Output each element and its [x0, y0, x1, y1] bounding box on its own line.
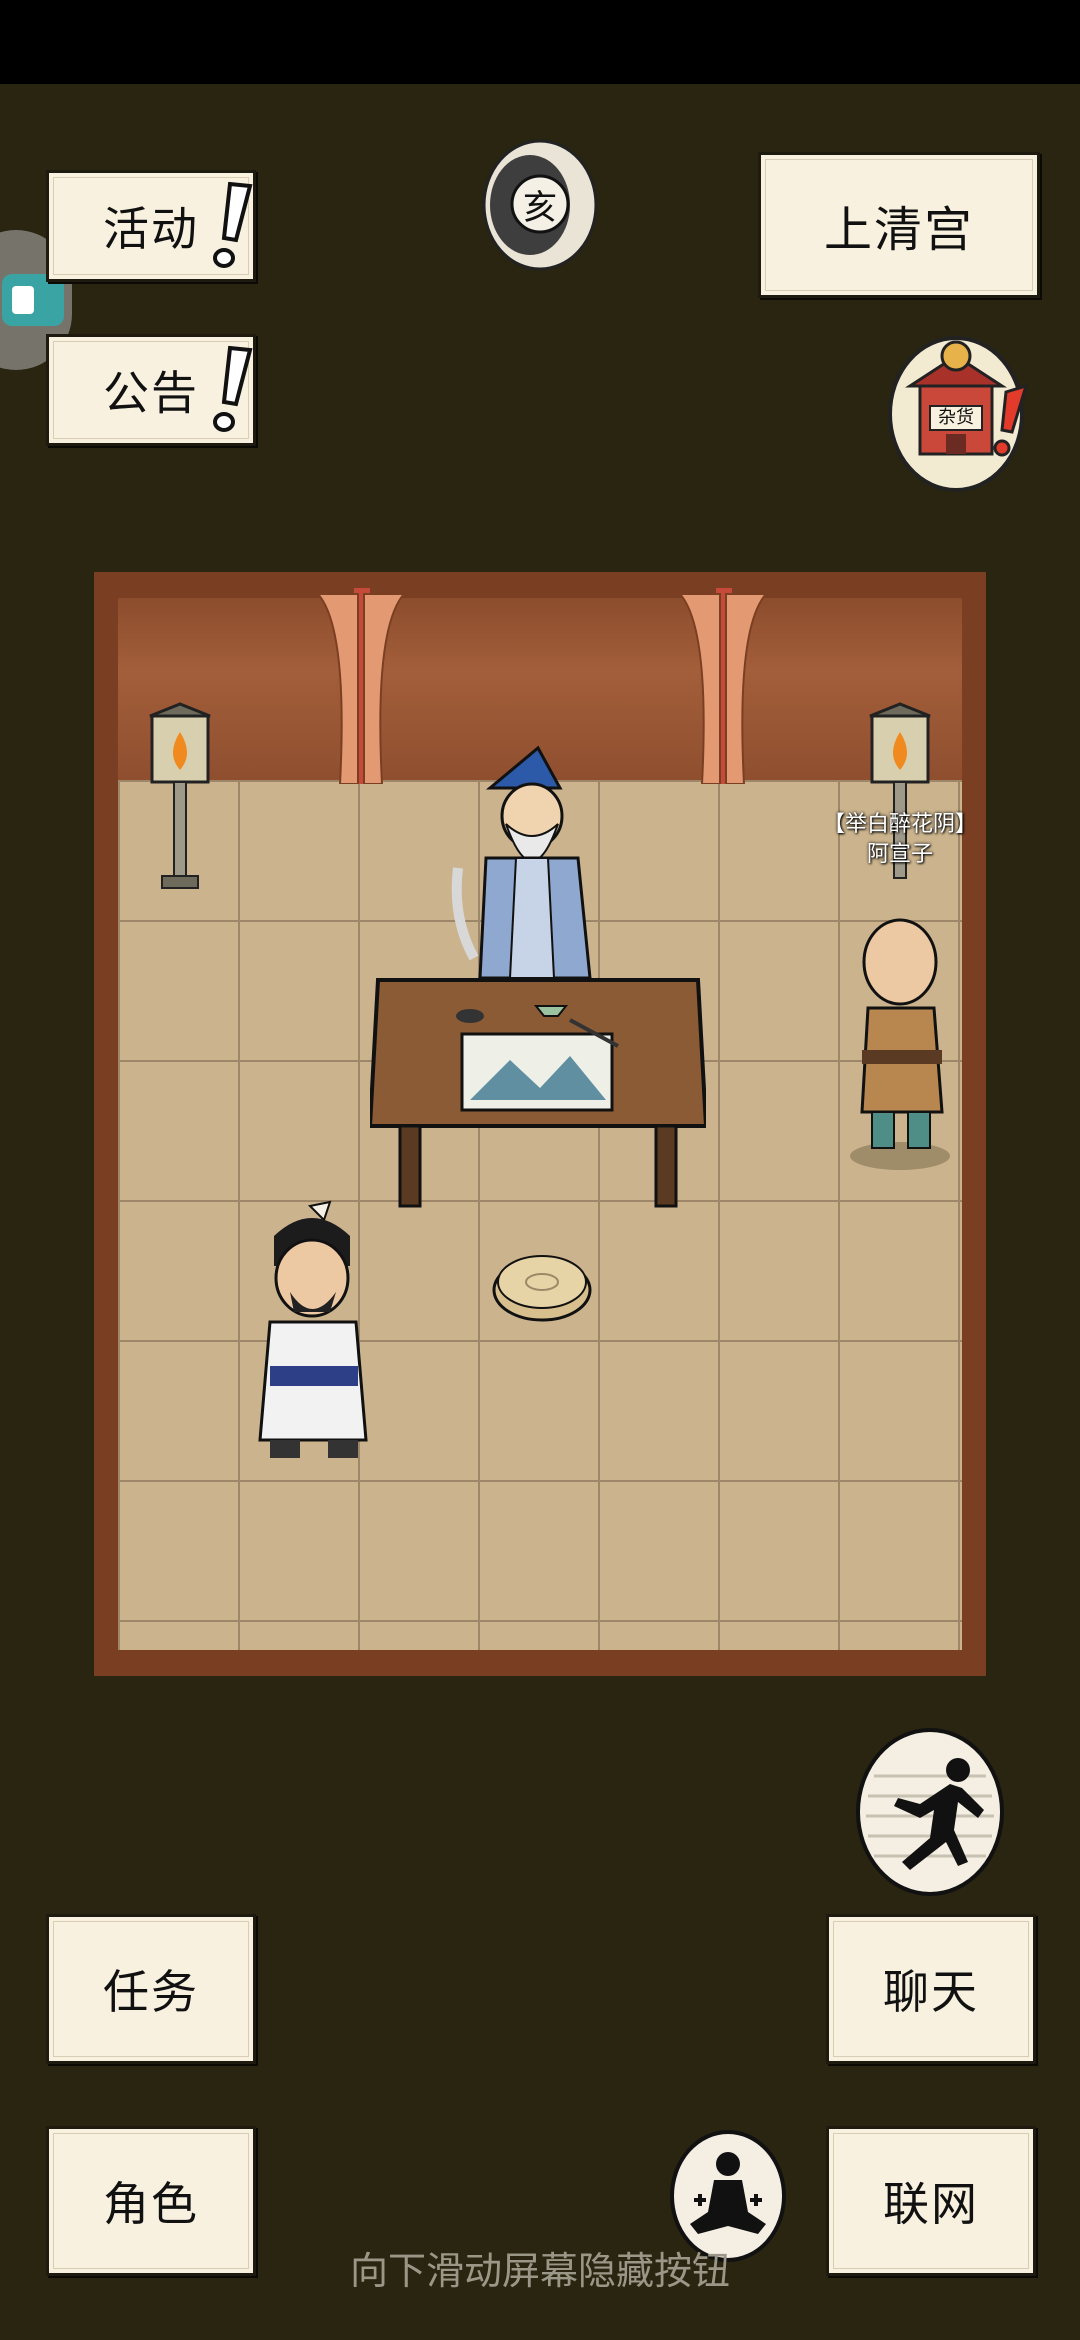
- elder-master-npc[interactable]: [450, 728, 600, 988]
- activity-alert-icon: [213, 181, 253, 268]
- player-character[interactable]: [250, 1196, 386, 1466]
- location-name: 上清宫: [823, 202, 974, 258]
- chat-button[interactable]: 聊天: [826, 1914, 1036, 2064]
- hide-buttons-hint: 向下滑动屏幕隐藏按钮: [349, 2249, 730, 2293]
- npc-title: 【举白醉花阴】: [822, 812, 977, 837]
- notice-alert-icon: [213, 345, 253, 432]
- quest-label: 任务: [103, 1965, 199, 2019]
- curtain-right: [680, 588, 766, 784]
- lamp-left: [149, 702, 211, 889]
- npc-name: 阿宣子: [866, 842, 933, 867]
- network-button[interactable]: 联网: [826, 2126, 1036, 2276]
- chat-label: 聊天: [883, 1965, 979, 2019]
- network-label: 联网: [883, 2177, 979, 2231]
- shop-sign: 杂货: [938, 407, 974, 428]
- curtain-left: [318, 588, 404, 784]
- monk-npc[interactable]: [846, 912, 956, 1174]
- run-icon: [856, 1728, 1004, 1896]
- painting-table[interactable]: [370, 976, 706, 1210]
- character-button[interactable]: 角色: [46, 2126, 256, 2276]
- time-badge[interactable]: 亥: [482, 138, 600, 272]
- run-button[interactable]: [854, 1726, 1006, 1898]
- character-label: 角色: [103, 2177, 199, 2231]
- meditation-cushion[interactable]: [490, 1246, 594, 1324]
- lamp-right: [869, 702, 931, 879]
- activity-label: 活动: [103, 202, 199, 256]
- shop-button[interactable]: 杂货: [886, 322, 1038, 498]
- npc-label: 【举白醉花阴】 阿宣子: [820, 810, 980, 870]
- status-bar: [0, 0, 1080, 84]
- location-title: 上清宫: [758, 152, 1040, 298]
- quest-button[interactable]: 任务: [46, 1914, 256, 2064]
- time-glyph: 亥: [523, 188, 557, 228]
- notice-label: 公告: [103, 366, 199, 420]
